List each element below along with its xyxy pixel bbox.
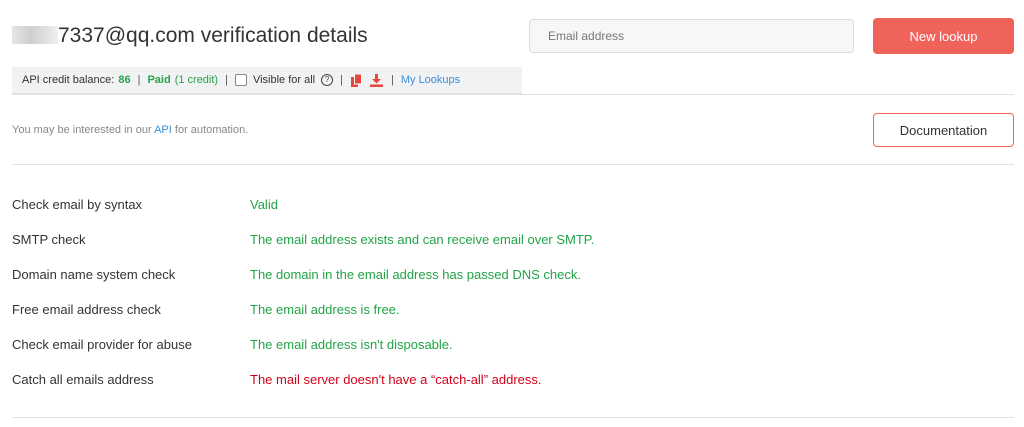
divider	[12, 94, 1014, 95]
result-row-smtp: SMTP check The email address exists and …	[12, 222, 1014, 257]
visible-for-all-label: Visible for all	[252, 74, 316, 86]
download-icon[interactable]	[370, 73, 384, 87]
verification-results: Check email by syntax Valid SMTP check T…	[12, 187, 1014, 397]
api-notice-prefix: You may be interested in our	[12, 124, 152, 136]
info-bar: API credit balance: 86 | Paid (1 credit)…	[12, 67, 522, 94]
paid-label: Paid	[147, 74, 171, 86]
result-value: The email address exists and can receive…	[250, 232, 595, 247]
visible-for-all-checkbox[interactable]	[234, 74, 247, 86]
result-value: The email address isn't disposable.	[250, 337, 453, 352]
page-title-text: 7337@qq.com verification details	[58, 24, 368, 47]
result-label: SMTP check	[12, 232, 86, 247]
paid-detail: (1 credit)	[174, 74, 219, 86]
result-row-abuse: Check email provider for abuse The email…	[12, 327, 1014, 362]
documentation-button[interactable]: Documentation	[873, 113, 1014, 147]
result-label: Domain name system check	[12, 267, 176, 282]
api-link[interactable]: API	[154, 124, 172, 136]
api-notice: You may be interested in our API for aut…	[12, 124, 248, 136]
separator: |	[137, 74, 141, 86]
separator: |	[340, 74, 343, 86]
separator: |	[225, 74, 228, 86]
page-title: 7337@qq.com verification details	[12, 24, 368, 48]
credit-balance-label: API credit balance:	[22, 74, 115, 86]
email-address-input[interactable]	[529, 19, 854, 53]
header: 7337@qq.com verification details New loo…	[12, 18, 1014, 58]
credit-balance-value: 86	[118, 74, 131, 86]
result-value: Valid	[250, 197, 278, 212]
separator: |	[390, 74, 394, 86]
divider	[12, 417, 1014, 418]
my-lookups-link[interactable]: My Lookups	[401, 74, 460, 86]
result-label: Catch all emails address	[12, 372, 154, 387]
result-value: The mail server doesn't have a “catch-al…	[250, 372, 542, 387]
result-row-dns: Domain name system check The domain in t…	[12, 257, 1014, 292]
result-label: Check email by syntax	[12, 197, 143, 212]
new-lookup-button[interactable]: New lookup	[873, 18, 1014, 54]
redacted-email-prefix	[12, 26, 58, 44]
result-row-free: Free email address check The email addre…	[12, 292, 1014, 327]
result-label: Check email provider for abuse	[12, 337, 192, 352]
api-notice-suffix: for automation.	[174, 124, 249, 136]
result-value: The domain in the email address has pass…	[250, 267, 581, 282]
result-row-syntax: Check email by syntax Valid	[12, 187, 1014, 222]
help-icon[interactable]: ?	[321, 74, 334, 86]
divider	[12, 164, 1014, 165]
result-value: The email address is free.	[250, 302, 400, 317]
copy-icon[interactable]	[350, 73, 364, 87]
result-label: Free email address check	[12, 302, 161, 317]
result-row-catch-all: Catch all emails address The mail server…	[12, 362, 1014, 397]
